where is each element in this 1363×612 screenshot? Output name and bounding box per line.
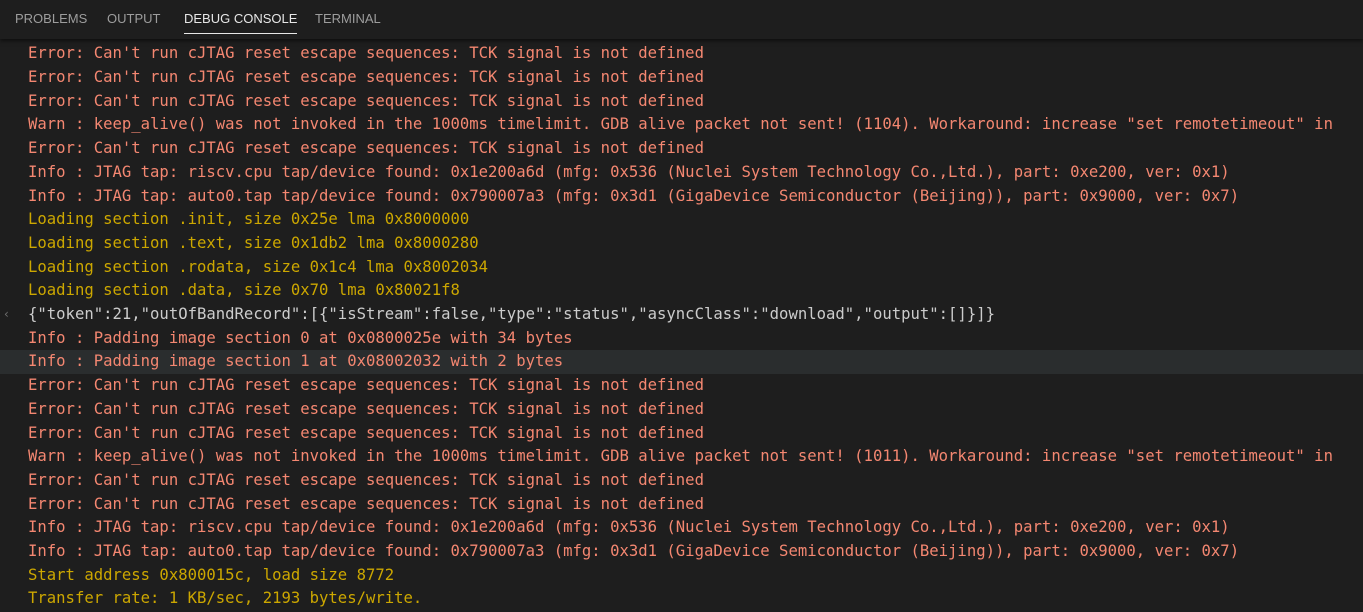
console-line: Info : JTAG tap: auto0.tap tap/device fo… [0, 185, 1363, 209]
panel-tab-bar: PROBLEMS OUTPUT DEBUG CONSOLE TERMINAL [0, 0, 1363, 39]
console-line: Warn : keep_alive() was not invoked in t… [0, 113, 1363, 137]
console-line: Info : Padding image section 0 at 0x0800… [0, 327, 1363, 351]
console-line: Error: Can't run cJTAG reset escape sequ… [0, 493, 1363, 517]
console-line-text: Loading section .text, size 0x1db2 lma 0… [28, 233, 479, 252]
console-line: Error: Can't run cJTAG reset escape sequ… [0, 90, 1363, 114]
console-line: Transfer rate: 1 KB/sec, 2193 bytes/writ… [0, 587, 1363, 611]
console-line-text: Error: Can't run cJTAG reset escape sequ… [28, 376, 704, 395]
tab-output[interactable]: OUTPUT [107, 0, 160, 39]
console-line: Loading section .data, size 0x70 lma 0x8… [0, 279, 1363, 303]
console-line-text: Loading section .init, size 0x25e lma 0x… [28, 210, 470, 229]
console-line: Error: Can't run cJTAG reset escape sequ… [0, 42, 1363, 66]
console-line: Error: Can't run cJTAG reset escape sequ… [0, 469, 1363, 493]
console-line: Loading section .init, size 0x25e lma 0x… [0, 208, 1363, 232]
console-line-text: Loading section .data, size 0x70 lma 0x8… [28, 281, 460, 300]
console-line-text: Error: Can't run cJTAG reset escape sequ… [28, 423, 704, 442]
console-line-text: Info : JTAG tap: auto0.tap tap/device fo… [28, 542, 1240, 560]
console-line: Error: Can't run cJTAG reset escape sequ… [0, 398, 1363, 422]
console-line: Error: Can't run cJTAG reset escape sequ… [0, 137, 1363, 161]
console-line: Loading section .text, size 0x1db2 lma 0… [0, 232, 1363, 256]
tab-debug-console[interactable]: DEBUG CONSOLE [184, 0, 298, 39]
console-line-text: Error: Can't run cJTAG reset escape sequ… [28, 91, 704, 110]
console-line-text: Error: Can't run cJTAG reset escape sequ… [28, 470, 704, 489]
console-line: Error: Can't run cJTAG reset escape sequ… [0, 374, 1363, 398]
console-line: Info : JTAG tap: auto0.tap tap/device fo… [0, 540, 1363, 564]
console-line-text: Info : JTAG tap: riscv.cpu tap/device fo… [28, 162, 1230, 181]
console-line-text: Info : JTAG tap: riscv.cpu tap/device fo… [28, 518, 1230, 537]
console-line-text: Error: Can't run cJTAG reset escape sequ… [28, 139, 704, 158]
debug-console-output[interactable]: Error: Can't run cJTAG reset escape sequ… [0, 40, 1363, 612]
console-line: Info : Padding image section 1 at 0x0800… [0, 350, 1363, 375]
console-line: Info : JTAG tap: riscv.cpu tap/device fo… [0, 161, 1363, 185]
console-line-text: Loading section .rodata, size 0x1c4 lma … [28, 257, 489, 276]
console-line-text: Error: Can't run cJTAG reset escape sequ… [28, 399, 704, 418]
tab-terminal[interactable]: TERMINAL [315, 0, 381, 39]
console-line-text: Transfer rate: 1 KB/sec, 2193 bytes/writ… [28, 589, 423, 608]
console-line-text: Info : JTAG tap: auto0.tap tap/device fo… [28, 186, 1240, 205]
expand-chevron-icon[interactable]: ‹ [4, 303, 9, 327]
console-line-text: Info : Padding image section 0 at 0x0800… [28, 328, 573, 347]
console-line: Error: Can't run cJTAG reset escape sequ… [0, 422, 1363, 446]
console-line-text: {"token":21,"outOfBandRecord":[{"isStrea… [28, 305, 995, 323]
console-line-text: Start address 0x800015c, load size 8772 [28, 565, 395, 584]
console-line: Loading section .rodata, size 0x1c4 lma … [0, 256, 1363, 280]
tab-problems[interactable]: PROBLEMS [15, 0, 87, 39]
console-line: Warn : keep_alive() was not invoked in t… [0, 445, 1363, 469]
console-line: Info : JTAG tap: riscv.cpu tap/device fo… [0, 516, 1363, 540]
debug-panel: PROBLEMS OUTPUT DEBUG CONSOLE TERMINAL E… [0, 0, 1363, 612]
console-line-text: Warn : keep_alive() was not invoked in t… [28, 115, 1333, 134]
console-line: Start address 0x800015c, load size 8772 [0, 564, 1363, 588]
console-line-text: Info : Padding image section 1 at 0x0800… [28, 352, 564, 371]
console-line-text: Error: Can't run cJTAG reset escape sequ… [28, 494, 704, 513]
console-line-text: Error: Can't run cJTAG reset escape sequ… [28, 68, 704, 86]
console-line: Error: Can't run cJTAG reset escape sequ… [0, 66, 1363, 90]
console-line: ‹ {"token":21,"outOfBandRecord":[{"isStre… [0, 303, 1363, 327]
console-line-text: Warn : keep_alive() was not invoked in t… [28, 447, 1333, 466]
console-line-text: Error: Can't run cJTAG reset escape sequ… [28, 44, 704, 63]
